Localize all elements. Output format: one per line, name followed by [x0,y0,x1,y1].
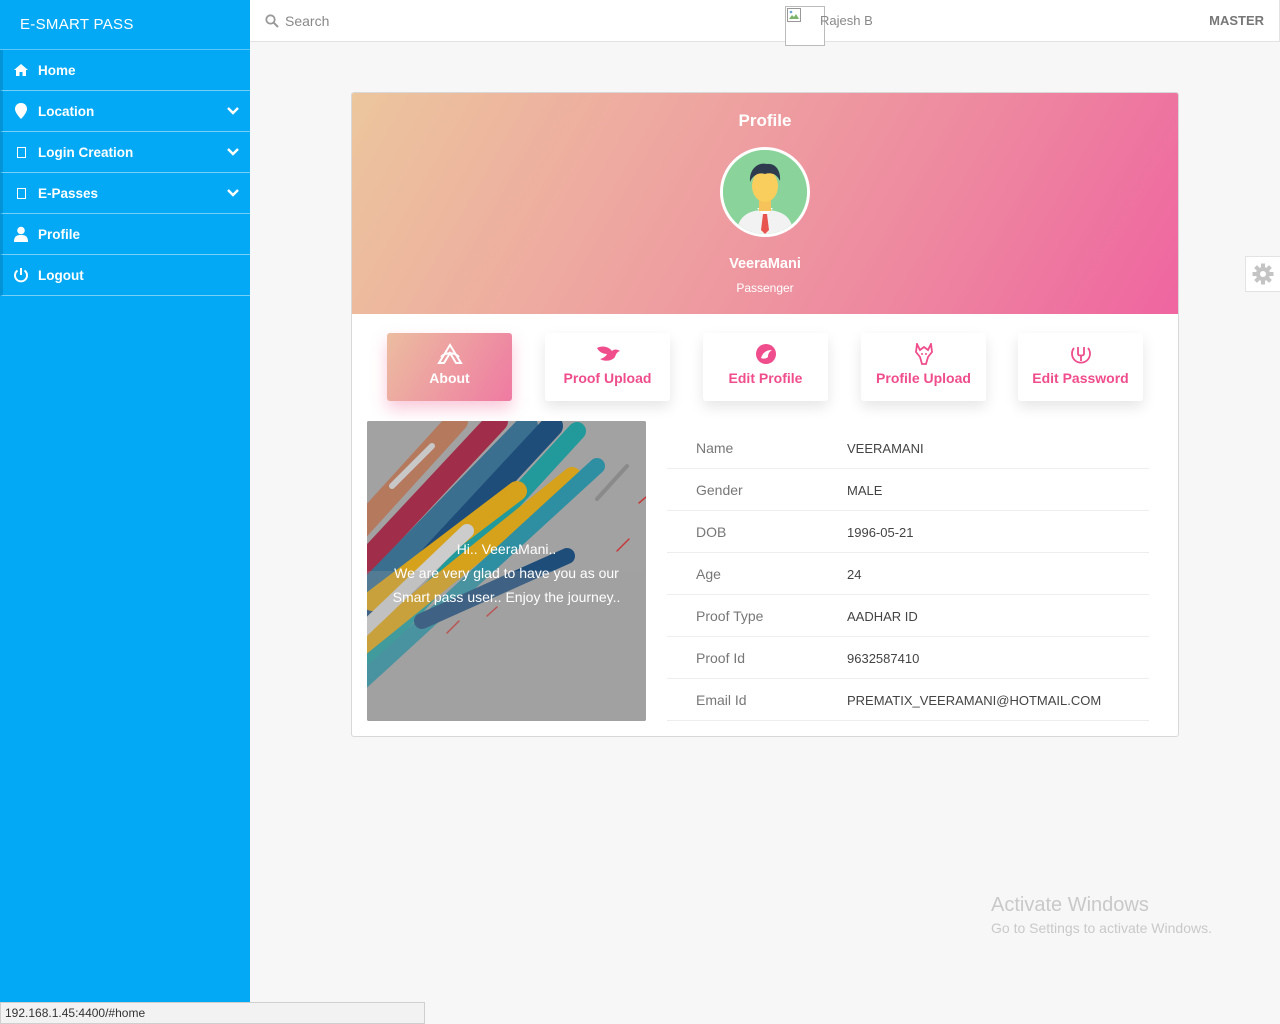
detail-label: Gender [696,482,743,498]
detail-label: Proof Id [696,650,746,666]
profile-card: Profile VeeraMani Passenger About Proof … [351,92,1179,737]
profile-role: Passenger [736,281,794,295]
chevron-down-icon[interactable] [226,186,240,200]
sidebar-item-label: Location [38,103,95,119]
tab-label: Profile Upload [876,370,971,386]
welcome-line: Hi.. VeeraMani.. [456,541,557,557]
square-icon [13,185,29,201]
watermark-title: Activate Windows [991,894,1149,916]
detail-value: VEERAMANI [847,441,924,456]
sidebar-item-location[interactable]: Location [0,91,250,132]
sidebar-item-label: Logout [38,267,84,283]
detail-row: Gender MALE [667,469,1149,511]
sidebar-item-logout[interactable]: Logout [0,255,250,296]
user-icon [13,226,29,242]
detail-row: DOB 1996-05-21 [667,511,1149,553]
welcome-line: Smart pass user.. Enjoy the journey.. [392,589,621,605]
detail-value: 24 [847,567,862,582]
sidebar-item-home[interactable]: Home [0,50,250,91]
search-icon [265,14,279,28]
tab-edit-password[interactable]: Edit Password [1018,333,1143,401]
settings-button[interactable] [1245,256,1280,292]
tab-profile-upload[interactable]: Profile Upload [861,333,986,401]
sidebar-item-e-passes[interactable]: E-Passes [0,173,250,214]
user-name[interactable]: Rajesh B [820,13,873,28]
tab-about[interactable]: About [387,333,512,401]
chevron-down-icon[interactable] [226,104,240,118]
detail-row: Email Id PREMATIX_VEERAMANI@HOTMAIL.COM [667,679,1149,721]
welcome-line: We are very glad to have you as our [394,565,619,581]
search-input[interactable] [285,9,585,33]
detail-row: Name VEERAMANI [667,427,1149,469]
profile-header: Profile VeeraMani Passenger [352,93,1178,314]
welcome-banner: Hi.. VeeraMani.. We are very glad to hav… [367,421,646,721]
sidebar: E-SMART PASS Home Location Login Creatio… [0,0,250,1024]
detail-value: PREMATIX_VEERAMANI@HOTMAIL.COM [847,693,1102,708]
detail-value: AADHAR ID [847,609,918,624]
profile-name: VeeraMani [729,256,801,272]
home-icon [13,62,29,78]
watermark-subtitle: Go to Settings to activate Windows. [991,920,1212,936]
detail-value: 1996-05-21 [847,525,914,540]
sidebar-item-label: Profile [38,226,81,242]
chevron-down-icon[interactable] [226,145,240,159]
tab-label: Edit Password [1032,370,1129,386]
sidebar-item-label: Login Creation [38,144,134,160]
detail-value: 9632587410 [847,651,920,666]
tab-label: Edit Profile [728,370,803,386]
detail-label: Age [696,566,721,582]
detail-row: Proof Type AADHAR ID [667,595,1149,637]
detail-label: DOB [696,524,727,540]
square-icon [13,144,29,160]
profile-details: Name VEERAMANI Gender MALE DOB 1996-05-21 A… [667,427,1149,721]
status-bar-url: 192.168.1.45:4400/#home [0,1002,425,1024]
phoenix-icon [756,344,776,364]
sidebar-item-label: E-Passes [38,185,99,201]
brand-title[interactable]: E-SMART PASS [0,0,250,50]
profile-avatar [720,147,810,237]
detail-label: Name [696,440,734,456]
person-avatar-icon [723,150,807,234]
detail-row: Age 24 [667,553,1149,595]
detail-row: Proof Id 9632587410 [667,637,1149,679]
detail-label: Email Id [696,692,747,708]
profile-title: Profile [738,111,792,130]
detail-value: MALE [847,483,883,498]
tab-edit-profile[interactable]: Edit Profile [703,333,828,401]
power-icon [13,267,29,283]
role-label[interactable]: MASTER [1209,13,1264,28]
shield-icon [1071,347,1091,364]
bird-icon [597,346,620,361]
about-icon [437,343,463,364]
tab-label: About [429,370,470,386]
sidebar-item-label: Home [38,62,76,78]
map-pin-icon [13,103,29,119]
avatar[interactable] [785,6,825,46]
detail-label: Proof Type [696,608,764,624]
sidebar-item-profile[interactable]: Profile [0,214,250,255]
tab-label: Proof Upload [563,370,652,386]
top-bar: Rajesh B MASTER [250,0,1280,46]
sidebar-item-login-creation[interactable]: Login Creation [0,132,250,173]
tab-proof-upload[interactable]: Proof Upload [545,333,670,401]
dragon-icon [915,343,933,365]
broken-image-icon [787,8,801,22]
gear-icon [1252,263,1274,285]
welcome-message: Hi.. VeeraMani.. We are very glad to hav… [367,537,646,609]
